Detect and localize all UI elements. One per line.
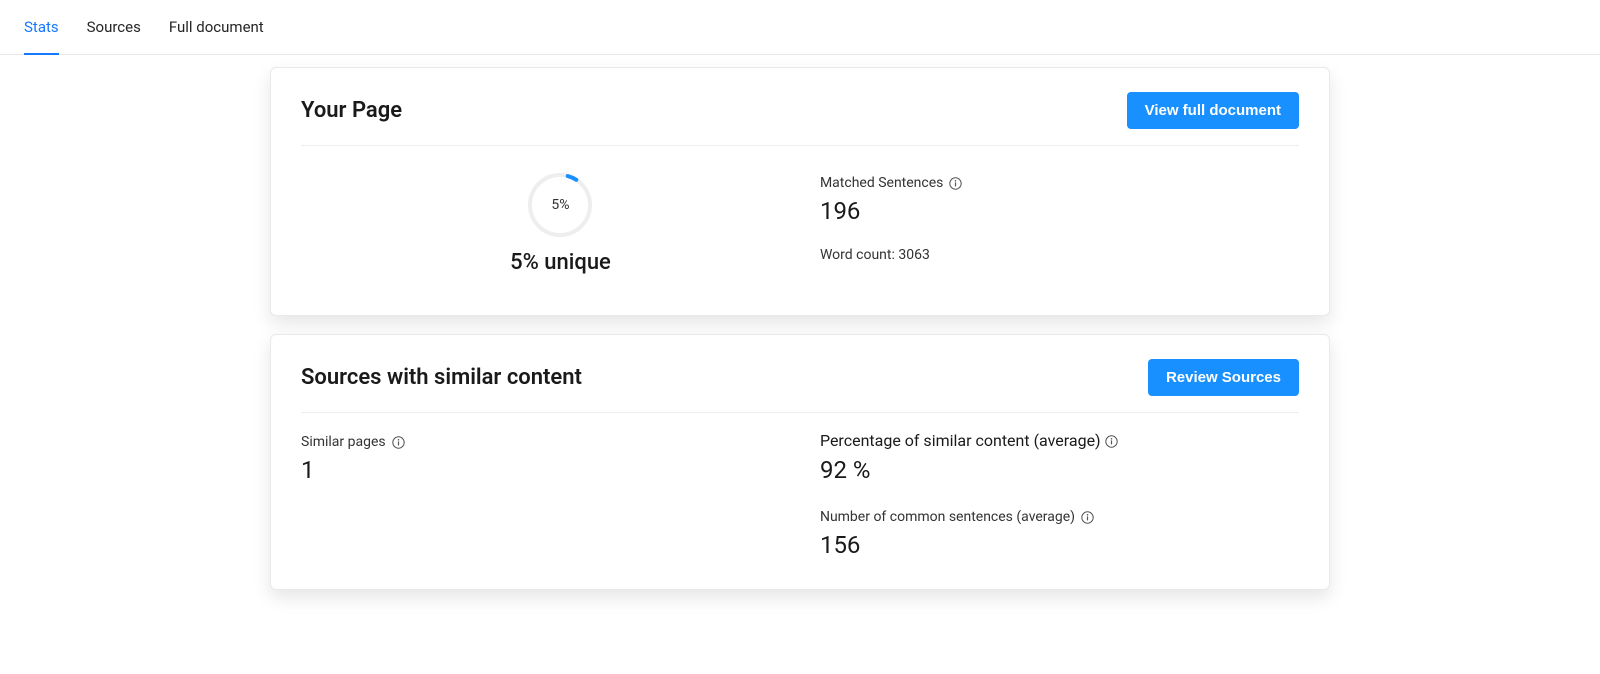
similar-pages-label: Similar pages xyxy=(301,434,405,450)
tab-label: Full document xyxy=(169,18,264,36)
similar-pages-block: Similar pages 1 xyxy=(301,431,820,484)
label-text: Percentage of similar content (average) xyxy=(820,431,1101,450)
tab-label: Sources xyxy=(87,18,141,36)
tab-full-document[interactable]: Full document xyxy=(169,0,264,54)
similar-pages-value: 1 xyxy=(301,456,820,484)
card-title: Sources with similar content xyxy=(301,365,582,390)
card-title: Your Page xyxy=(301,98,402,123)
tab-sources[interactable]: Sources xyxy=(87,0,141,54)
matched-sentences-label: Matched Sentences xyxy=(820,175,962,191)
your-page-card: Your Page View full document 5% 5% uniqu… xyxy=(270,67,1330,316)
percentage-similar-block: Percentage of similar content (average) … xyxy=(820,431,1299,484)
common-sentences-label: Number of common sentences (average) xyxy=(820,509,1094,525)
sources-card: Sources with similar content Review Sour… xyxy=(270,334,1330,590)
gauge-percent-label: 5% xyxy=(525,170,595,240)
sources-right: Percentage of similar content (average) … xyxy=(820,431,1299,559)
sources-body: Similar pages 1 xyxy=(301,413,1299,559)
tabs-bar: Stats Sources Full document xyxy=(0,0,1600,55)
card-header: Sources with similar content Review Sour… xyxy=(301,335,1299,413)
common-sentences-block: Number of common sentences (average) 156 xyxy=(820,506,1299,559)
info-icon[interactable] xyxy=(392,436,405,449)
info-icon[interactable] xyxy=(1105,435,1118,448)
info-icon[interactable] xyxy=(949,177,962,190)
label-text: Number of common sentences (average) xyxy=(820,509,1075,525)
info-icon[interactable] xyxy=(1081,511,1094,524)
view-full-document-button[interactable]: View full document xyxy=(1127,92,1299,129)
your-page-metrics: Matched Sentences 196 Word count: 3063 xyxy=(820,164,1299,285)
common-sentences-value: 156 xyxy=(820,531,1299,559)
percentage-similar-value: 92 % xyxy=(820,456,1299,484)
unique-gauge: 5% xyxy=(525,170,595,240)
percentage-similar-label: Percentage of similar content (average) xyxy=(820,431,1299,450)
tab-label: Stats xyxy=(24,18,59,36)
label-text: Similar pages xyxy=(301,434,386,450)
word-count-line: Word count: 3063 xyxy=(820,247,1299,263)
unique-line: 5% unique xyxy=(510,250,611,275)
main-content: Your Page View full document 5% 5% uniqu… xyxy=(0,55,1600,608)
metric-label-text: Matched Sentences xyxy=(820,175,943,191)
unique-gauge-column: 5% 5% unique xyxy=(301,164,820,285)
card-header: Your Page View full document xyxy=(301,68,1299,146)
review-sources-button[interactable]: Review Sources xyxy=(1148,359,1299,396)
sources-left: Similar pages 1 xyxy=(301,431,820,559)
matched-sentences-value: 196 xyxy=(820,197,1299,225)
your-page-body: 5% 5% unique Matched Sentences 196 xyxy=(301,146,1299,285)
tab-stats[interactable]: Stats xyxy=(24,0,59,54)
